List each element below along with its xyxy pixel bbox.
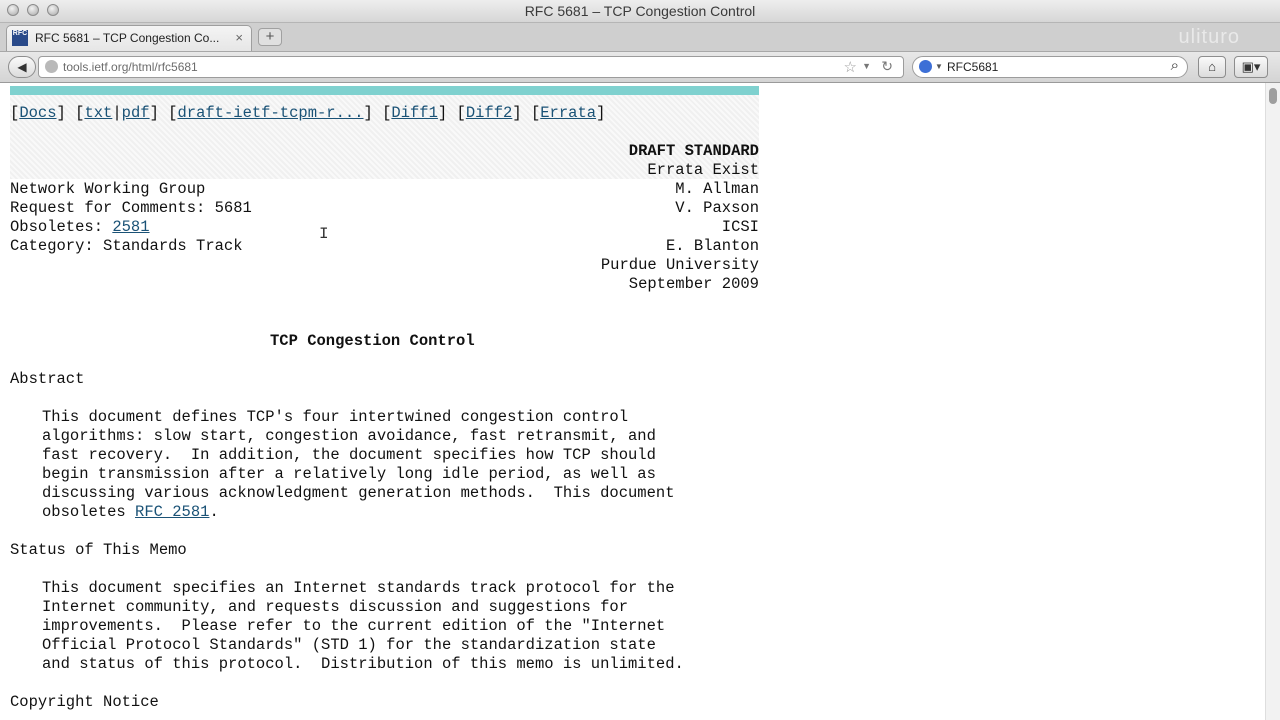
abstract-line: fast recovery. In addition, the document…: [42, 446, 656, 464]
working-group: Network Working Group: [10, 180, 206, 198]
text-cursor-icon: I: [319, 225, 329, 243]
search-icon[interactable]: ⌕: [1171, 57, 1179, 74]
watermark: ulituro: [1178, 26, 1240, 48]
extension-icon: ▣▾: [1241, 59, 1261, 74]
errata-exist-label: Errata Exist: [647, 161, 759, 179]
status-label: DRAFT STANDARD: [628, 142, 759, 160]
tab-close-icon[interactable]: ×: [235, 30, 243, 45]
abstract-last-prefix: obsoletes: [42, 503, 136, 521]
document-title: TCP Congestion Control: [270, 332, 475, 350]
search-bar[interactable]: ▼ RFC5681 ⌕: [912, 56, 1188, 78]
category: Category: Standards Track: [10, 237, 243, 255]
star-icon[interactable]: ☆: [844, 58, 857, 76]
url-text[interactable]: tools.ietf.org/html/rfc5681: [63, 60, 198, 74]
page-content: [Docs] [txt|pdf] [draft-ietf-tcpm-r...] …: [0, 83, 1266, 720]
status-memo-line: Internet community, and requests discuss…: [42, 598, 628, 616]
diff2-link[interactable]: Diff2: [466, 104, 513, 122]
obsoletes-link[interactable]: 2581: [112, 218, 149, 236]
home-icon: ⌂: [1208, 59, 1216, 74]
scrollbar-thumb[interactable]: [1269, 88, 1277, 104]
doc-nav-links: [Docs] [txt|pdf] [draft-ietf-tcpm-r...] …: [10, 104, 606, 122]
abstract-last-suffix: .: [209, 503, 219, 521]
url-dropdown-icon[interactable]: ▼: [862, 61, 871, 71]
abstract-line: This document defines TCP's four intertw…: [42, 408, 628, 426]
search-engine-icon[interactable]: [919, 60, 932, 73]
abstract-heading: Abstract: [10, 370, 85, 388]
author-line: E. Blanton: [665, 237, 759, 255]
back-button[interactable]: ◀: [8, 56, 36, 78]
status-memo-line: This document specifies an Internet stan…: [42, 579, 675, 597]
tab-label: RFC 5681 – TCP Congestion Co...: [35, 31, 220, 45]
tab-rfc5681[interactable]: RFC RFC 5681 – TCP Congestion Co... ×: [6, 25, 252, 51]
search-input[interactable]: RFC5681: [947, 60, 998, 74]
rfc2581-link[interactable]: RFC 2581: [135, 503, 209, 521]
affiliation-line: ICSI: [721, 218, 759, 236]
errata-link[interactable]: Errata: [540, 104, 596, 122]
favicon-icon: RFC: [12, 30, 28, 46]
url-bar[interactable]: tools.ietf.org/html/rfc5681 ☆ ▼ ↻: [38, 56, 904, 78]
abstract-line: obsoletes RFC 2581.: [42, 503, 219, 522]
search-engine-dropdown-icon[interactable]: ▼: [935, 62, 943, 71]
diff1-link[interactable]: Diff1: [391, 104, 438, 122]
obsoletes-label: Obsoletes:: [10, 218, 113, 236]
status-memo-heading: Status of This Memo: [10, 541, 187, 559]
status-memo-line: improvements. Please refer to the curren…: [42, 617, 666, 635]
new-tab-button[interactable]: +: [258, 28, 282, 46]
vertical-scrollbar[interactable]: [1265, 83, 1280, 720]
status-memo-line: Official Protocol Standards" (STD 1) for…: [42, 636, 656, 654]
txt-link[interactable]: txt: [84, 104, 112, 122]
obsoletes-line: Obsoletes: 2581: [10, 218, 150, 237]
back-icon: ◀: [17, 60, 27, 74]
author-line: M. Allman: [675, 180, 759, 198]
globe-icon: [45, 60, 58, 73]
docs-link[interactable]: Docs: [19, 104, 56, 122]
author-line: V. Paxson: [675, 199, 759, 217]
abstract-line: begin transmission after a relatively lo…: [42, 465, 656, 483]
navigation-toolbar: ◀ tools.ietf.org/html/rfc5681 ☆ ▼ ↻ ▼ RF…: [0, 52, 1280, 83]
extension-button[interactable]: ▣▾: [1234, 56, 1268, 78]
rfc-number: Request for Comments: 5681: [10, 199, 252, 217]
abstract-line: algorithms: slow start, congestion avoid…: [42, 427, 656, 445]
reload-icon[interactable]: ↻: [881, 58, 893, 75]
draft-link[interactable]: draft-ietf-tcpm-r...: [177, 104, 363, 122]
publication-date: September 2009: [628, 275, 759, 293]
pdf-link[interactable]: pdf: [122, 104, 150, 122]
tab-strip: RFC RFC 5681 – TCP Congestion Co... × + …: [0, 23, 1280, 52]
status-memo-line: and status of this protocol. Distributio…: [42, 655, 684, 673]
copyright-heading: Copyright Notice: [10, 693, 159, 711]
affiliation-line: Purdue University: [600, 256, 759, 274]
window-titlebar: RFC 5681 – TCP Congestion Control: [0, 0, 1280, 23]
header-stripe: [10, 86, 759, 95]
abstract-line: discussing various acknowledgment genera…: [42, 484, 675, 502]
home-button[interactable]: ⌂: [1198, 56, 1226, 78]
window-title: RFC 5681 – TCP Congestion Control: [524, 3, 756, 19]
